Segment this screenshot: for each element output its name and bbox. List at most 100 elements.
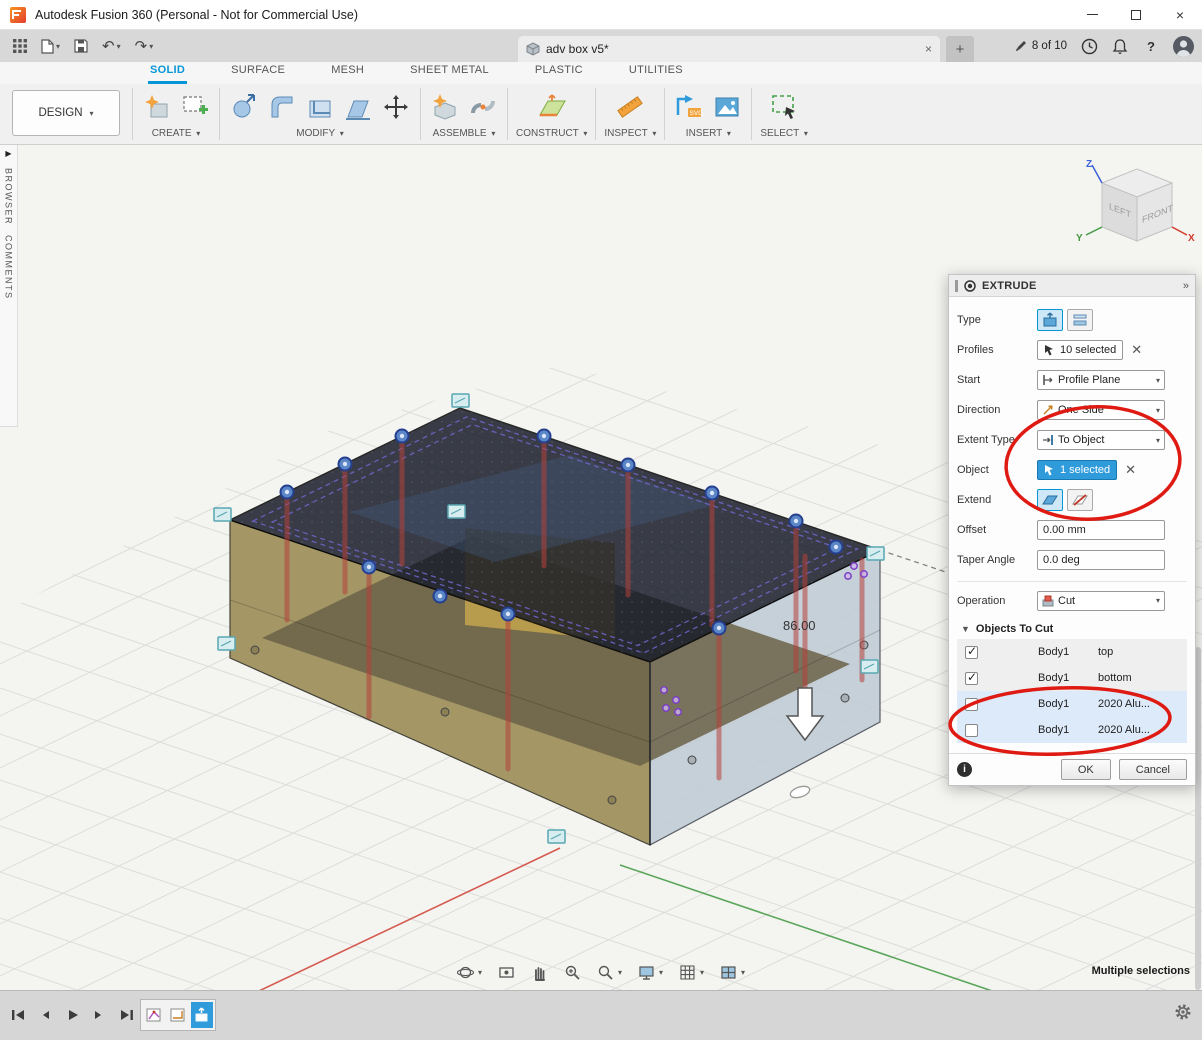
timeline-sketch-feature[interactable] [143, 1002, 165, 1028]
redo-button[interactable]: ↷ ▾ [130, 36, 159, 57]
tab-plastic[interactable]: PLASTIC [533, 64, 585, 84]
cut-checkbox[interactable] [965, 724, 978, 737]
start-dropdown[interactable]: Profile Plane ▾ [1037, 370, 1165, 390]
undo-button[interactable]: ↶ ▾ [97, 36, 126, 57]
extend-faces-button[interactable] [1037, 489, 1063, 511]
press-pull-button[interactable] [228, 91, 260, 123]
draft-button[interactable] [342, 91, 374, 123]
tab-mesh[interactable]: MESH [329, 64, 366, 84]
look-at-button[interactable] [495, 961, 518, 984]
cut-checkbox[interactable] [965, 698, 978, 711]
move-copy-button[interactable] [380, 91, 412, 123]
clear-object-icon[interactable]: ✕ [1125, 462, 1136, 478]
modify-menu-label[interactable]: MODIFY ▾ [296, 128, 344, 139]
cut-row-alu-1[interactable]: Body1 2020 Alu... [957, 691, 1187, 717]
orbit-button[interactable]: ▾ [454, 961, 485, 984]
ok-button[interactable]: OK [1061, 759, 1111, 780]
object-selection-box[interactable]: 1 selected [1037, 460, 1117, 480]
extend-none-button[interactable] [1067, 489, 1093, 511]
notifications-bell-icon[interactable] [1112, 38, 1128, 55]
browser-panel-tab[interactable]: BROWSER [4, 168, 14, 225]
display-settings-button[interactable]: ▾ [635, 961, 666, 984]
close-button[interactable]: × [1158, 0, 1202, 30]
viewports-button[interactable]: ▾ [717, 961, 748, 984]
select-button[interactable] [768, 91, 800, 123]
comments-panel-tab[interactable]: COMMENTS [4, 235, 14, 300]
cut-row-bottom[interactable]: Body1 bottom [957, 665, 1187, 691]
step-forward-button[interactable] [89, 1003, 109, 1027]
tab-utilities[interactable]: UTILITIES [627, 64, 685, 84]
expand-panel-icon[interactable]: ▶ [5, 149, 11, 158]
file-menu-button[interactable]: ▾ [36, 36, 65, 57]
rotate-manipulator-handle[interactable] [789, 784, 811, 800]
cut-checkbox[interactable] [965, 646, 978, 659]
objects-to-cut-header[interactable]: ▼ Objects To Cut [959, 623, 1187, 635]
timeline-settings-button[interactable] [1174, 1003, 1192, 1024]
save-button[interactable] [69, 36, 93, 56]
create-sketch-button[interactable] [179, 91, 211, 123]
fillet-button[interactable] [266, 91, 298, 123]
timeline-sketch-feature-2[interactable] [167, 1002, 189, 1028]
offset-input[interactable] [1037, 520, 1165, 540]
go-to-end-button[interactable] [116, 1003, 136, 1027]
version-counter[interactable]: 8 of 10 [1014, 39, 1067, 53]
tab-sheet-metal[interactable]: SHEET METAL [408, 64, 491, 84]
feature-record-icon [964, 280, 976, 292]
direction-dropdown[interactable]: One Side ▾ [1037, 400, 1165, 420]
avatar[interactable] [1173, 36, 1194, 57]
help-icon[interactable]: ? [1142, 38, 1159, 55]
tab-surface[interactable]: SURFACE [229, 64, 287, 84]
play-button[interactable] [62, 1003, 82, 1027]
design-workspace-dropdown[interactable]: DESIGN ▾ [12, 90, 120, 136]
fit-button[interactable]: ▾ [594, 961, 625, 984]
new-solid-button[interactable] [141, 91, 173, 123]
insert-svg-button[interactable]: SVG [673, 91, 705, 123]
document-tab[interactable]: adv box v5* × [518, 36, 940, 62]
inspect-menu-label[interactable]: INSPECT ▾ [604, 128, 656, 139]
zoom-button[interactable] [561, 961, 584, 984]
insert-canvas-button[interactable] [711, 91, 743, 123]
body-detail: top [1076, 646, 1113, 658]
grid-settings-button[interactable]: ▾ [676, 961, 707, 984]
cut-row-alu-2[interactable]: Body1 2020 Alu... [957, 717, 1187, 743]
construct-plane-button[interactable] [536, 91, 568, 123]
measure-button[interactable] [614, 91, 646, 123]
view-cube[interactable]: LEFT FRONT Z X Y [1072, 157, 1197, 257]
taper-angle-input[interactable] [1037, 550, 1165, 570]
model-canvas[interactable]: 86.00 ▶ BROWSER COMMENTS LEFT FRONT Z X … [0, 145, 1202, 990]
pin-panel-icon[interactable]: » [1183, 280, 1189, 292]
maximize-button[interactable] [1114, 0, 1158, 30]
type-extrude-button[interactable] [1037, 309, 1063, 331]
info-icon[interactable]: i [957, 762, 972, 777]
extrude-dialog-header[interactable]: EXTRUDE » [949, 275, 1195, 297]
joint-icon [469, 93, 497, 121]
new-tab-button[interactable]: + [946, 36, 974, 62]
insert-menu-label[interactable]: INSERT ▾ [686, 128, 731, 139]
construct-menu-label[interactable]: CONSTRUCT ▾ [516, 128, 587, 139]
create-menu-label[interactable]: CREATE ▾ [152, 128, 201, 139]
drag-grip-icon[interactable] [955, 280, 958, 292]
type-thin-extrude-button[interactable] [1067, 309, 1093, 331]
step-back-button[interactable] [35, 1003, 55, 1027]
clear-profiles-icon[interactable]: ✕ [1131, 342, 1142, 358]
select-menu-label[interactable]: SELECT ▾ [760, 128, 808, 139]
extent-type-dropdown[interactable]: To Object ▾ [1037, 430, 1165, 450]
tab-solid[interactable]: SOLID [148, 64, 187, 84]
timeline-extrude-feature-selected[interactable] [191, 1002, 213, 1028]
cancel-button[interactable]: Cancel [1119, 759, 1187, 780]
assemble-menu-label[interactable]: ASSEMBLE ▾ [433, 128, 496, 139]
cut-checkbox[interactable] [965, 672, 978, 685]
go-to-start-button[interactable] [8, 1003, 28, 1027]
cut-row-top[interactable]: Body1 top [957, 639, 1187, 665]
minimize-button[interactable] [1070, 0, 1114, 30]
shell-button[interactable] [304, 91, 336, 123]
clock-icon[interactable] [1081, 38, 1098, 55]
new-component-button[interactable] [429, 91, 461, 123]
pan-button[interactable] [528, 961, 551, 984]
app-grid-button[interactable] [8, 36, 32, 56]
joint-button[interactable] [467, 91, 499, 123]
tab-close-icon[interactable]: × [925, 42, 932, 56]
extrude-dimension-label[interactable]: 86.00 [783, 618, 816, 633]
operation-dropdown[interactable]: Cut ▾ [1037, 591, 1165, 611]
profiles-selection-box[interactable]: 10 selected [1037, 340, 1123, 360]
